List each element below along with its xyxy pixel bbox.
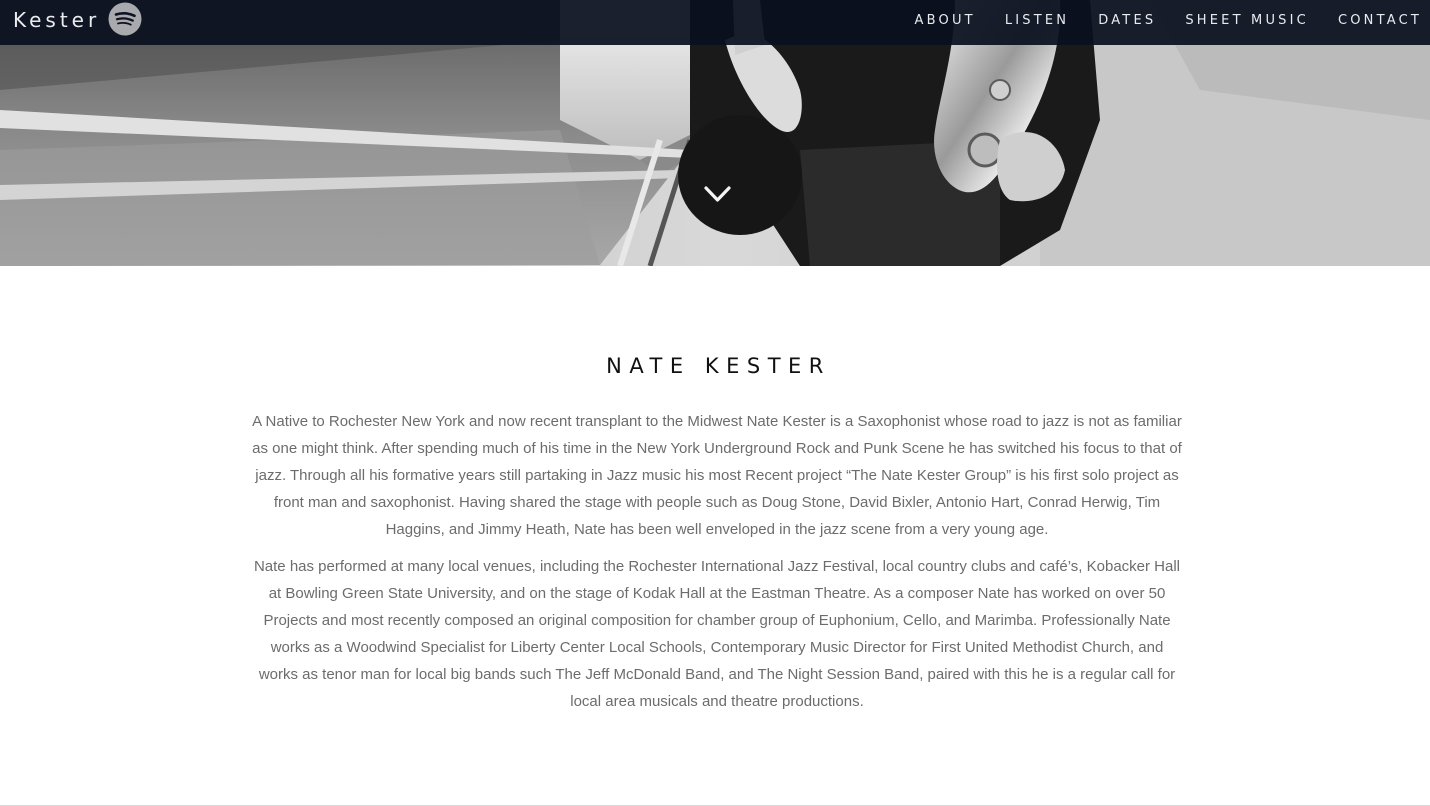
top-navbar: Kester ABOUT LISTEN DATES SHEET MUSIC CO… bbox=[0, 0, 1430, 45]
spotify-icon[interactable] bbox=[108, 2, 142, 36]
about-paragraph: Nate has performed at many local venues,… bbox=[253, 558, 1181, 710]
about-title: NATE KESTER bbox=[606, 354, 831, 378]
nav-links: ABOUT LISTEN DATES SHEET MUSIC CONTACT bbox=[886, 0, 1422, 45]
about-text: A Native to Rochester New York and now r… bbox=[250, 408, 1184, 725]
nav-dates[interactable]: DATES bbox=[1098, 1, 1156, 41]
chevron-down-icon[interactable] bbox=[703, 183, 732, 205]
nav-about[interactable]: ABOUT bbox=[915, 1, 976, 41]
nav-contact[interactable]: CONTACT bbox=[1338, 1, 1422, 41]
about-section: NATE KESTER A Native to Rochester New Yo… bbox=[0, 266, 1430, 806]
about-paragraph: A Native to Rochester New York and now r… bbox=[252, 413, 1182, 538]
nav-listen[interactable]: LISTEN bbox=[1005, 1, 1069, 41]
nav-sheet-music[interactable]: SHEET MUSIC bbox=[1185, 1, 1309, 41]
brand-logo[interactable]: Kester bbox=[13, 7, 100, 33]
